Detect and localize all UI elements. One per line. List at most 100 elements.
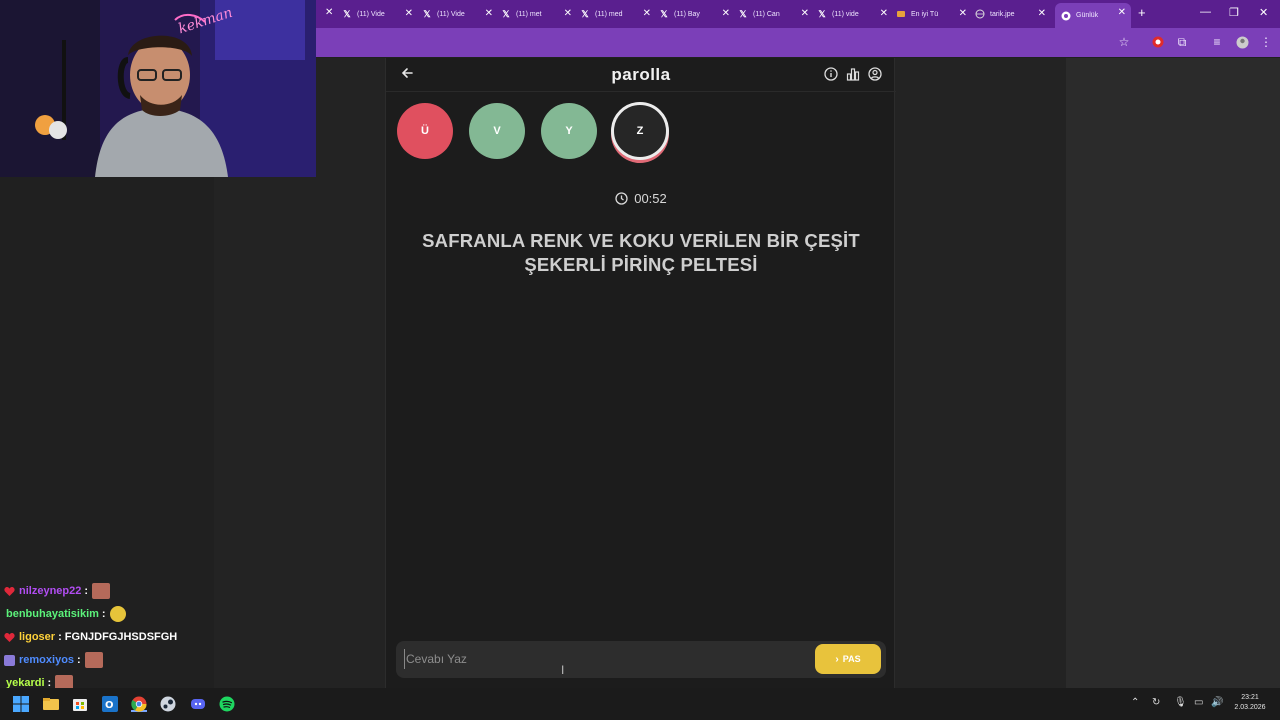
x-logo-icon: 𝕏 [818, 8, 826, 19]
tab-close-icon[interactable]: ✕ [564, 8, 572, 19]
emote-icon [109, 606, 126, 622]
steam-icon[interactable] [160, 696, 176, 712]
store-icon[interactable] [72, 696, 88, 712]
heart-badge-icon [4, 586, 15, 596]
bookmark-star-icon[interactable]: ☆ [1116, 34, 1132, 50]
tab-close-icon[interactable]: ✕ [801, 8, 809, 19]
tab-label: (11) met [516, 10, 542, 18]
chevron-right-icon: › [835, 653, 839, 665]
emote-icon [92, 583, 111, 599]
tab-label: (11) vide [832, 10, 859, 18]
answer-bar: › PAS [396, 641, 886, 678]
minimize-icon[interactable]: — [1200, 6, 1211, 18]
spotify-icon[interactable] [219, 696, 235, 712]
app-header: parolla [386, 58, 896, 92]
browser-tab[interactable]: En iyi Tü ✕ [896, 4, 972, 24]
tab-close-icon[interactable]: ✕ [325, 7, 333, 18]
sync-icon[interactable]: ↻ [1152, 697, 1165, 710]
sub-badge-icon [4, 654, 15, 666]
webcam-illustration: kekman [0, 0, 316, 177]
chrome-taskbar-icon[interactable] [131, 696, 147, 712]
browser-tab[interactable]: 𝕏 (11) Vide ✕ [342, 4, 418, 24]
tab-close-icon[interactable]: ✕ [880, 8, 888, 19]
x-logo-icon: 𝕏 [739, 8, 747, 19]
discord-icon[interactable] [190, 696, 206, 712]
tab-label: Günlük [1076, 12, 1099, 19]
tab-label: (11) Bay [674, 10, 700, 18]
chat-username[interactable]: remoxiyos [19, 654, 74, 666]
letter-label: Ü [421, 125, 429, 137]
extension-icon[interactable] [1150, 34, 1166, 50]
restore-icon[interactable]: ❐ [1229, 6, 1239, 19]
microphone-icon[interactable]: 🎙 [1174, 697, 1187, 710]
x-logo-icon: 𝕏 [502, 8, 510, 19]
chat-message: remoxiyos : [4, 651, 103, 669]
svg-text:O: O [105, 700, 114, 711]
chat-text: : [77, 654, 81, 666]
answer-input[interactable] [404, 649, 804, 669]
tab-close-icon[interactable]: ✕ [485, 8, 493, 19]
new-tab-icon[interactable]: + [1138, 5, 1146, 20]
pass-label: PAS [842, 654, 861, 664]
stats-icon[interactable] [846, 67, 860, 81]
chat-text: : [84, 585, 89, 597]
browser-tab[interactable]: 𝕏 (11) med ✕ [580, 4, 656, 24]
windows-start-icon[interactable] [13, 696, 29, 712]
emote-icon [84, 652, 103, 668]
account-icon[interactable] [868, 67, 882, 81]
window-close-icon[interactable]: ✕ [1259, 6, 1268, 19]
chat-text: : FGNJDFGJHSDSFGH [58, 631, 178, 643]
kebab-menu-icon[interactable]: ⋮ [1258, 34, 1274, 50]
browser-tab[interactable]: 𝕏 (11) vide ✕ [817, 4, 893, 24]
globe-icon [975, 9, 985, 19]
chat-message: benbuhayatisikim : [6, 605, 126, 623]
clock-date: 2.03.2026 [1234, 704, 1266, 711]
taskbar: O ⌃ ↻ 🎙 ▭ 🔊 23:21 2.03.2026 [0, 688, 1280, 720]
browser-tab[interactable]: tarik.jpe ✕ [975, 4, 1051, 24]
chat-username[interactable]: nilzeynep22 [19, 585, 81, 597]
screen: ✕ 𝕏 (11) Vide ✕ 𝕏 (11) Vide ✕ 𝕏 (11) met… [0, 0, 1280, 720]
media-control-icon[interactable]: ≡ [1209, 34, 1225, 50]
browser-tab[interactable]: 𝕏 (11) Vide ✕ [422, 4, 498, 24]
info-icon[interactable] [824, 67, 838, 81]
tab-close-icon[interactable]: ✕ [959, 8, 967, 19]
clock-time: 23:21 [1241, 694, 1259, 701]
chat-message: nilzeynep22 : [4, 582, 111, 600]
chat-username[interactable]: ligoser [19, 631, 55, 643]
webcam-overlay: kekman [0, 0, 316, 177]
tray-overflow-icon[interactable]: ⌃ [1131, 697, 1144, 710]
puzzle-icon[interactable]: ⧉ [1174, 34, 1190, 50]
display-icon[interactable]: ▭ [1194, 697, 1207, 710]
profile-avatar-icon[interactable] [1234, 34, 1250, 50]
heart-badge-icon [4, 632, 15, 642]
letter-circle-correct: Y [541, 103, 597, 159]
tab-close-icon[interactable]: ✕ [1038, 8, 1046, 19]
letter-label: Y [565, 125, 573, 137]
tab-label: (11) Vide [437, 10, 465, 18]
letter-label: V [493, 125, 501, 137]
tab-close-icon[interactable]: ✕ [722, 8, 730, 19]
system-clock[interactable]: 23:21 2.03.2026 [1230, 693, 1270, 713]
game-panel: parolla Ü V Y Z 00:52 SAFRANLA RENK VE K… [385, 58, 896, 688]
pass-button[interactable]: › PAS [815, 644, 881, 674]
text-cursor-icon: I [561, 663, 565, 677]
volume-icon[interactable]: 🔊 [1211, 697, 1224, 710]
tab-close-icon[interactable]: ✕ [405, 8, 413, 19]
chrome-icon [1061, 11, 1071, 21]
chat-text: : [101, 608, 106, 620]
tab-close-icon[interactable]: ✕ [643, 8, 651, 19]
browser-tab[interactable]: 𝕏 (11) Bay ✕ [659, 4, 735, 24]
outlook-icon[interactable]: O [102, 696, 118, 712]
file-explorer-icon[interactable] [43, 696, 59, 712]
app-title: parolla [611, 65, 671, 84]
x-logo-icon: 𝕏 [581, 8, 589, 19]
chat-username[interactable]: benbuhayatisikim [6, 608, 99, 620]
tab-close-icon[interactable]: ✕ [1118, 7, 1126, 18]
chat-message: ligoser : FGNJDFGJHSDSFGH [4, 628, 177, 646]
tab-label: (11) Can [753, 10, 780, 18]
page-icon [896, 9, 906, 19]
clock-icon [615, 192, 628, 205]
browser-tab-active[interactable]: Günlük ✕ [1055, 3, 1131, 28]
browser-tab[interactable]: 𝕏 (11) Can ✕ [738, 4, 814, 24]
browser-tab[interactable]: 𝕏 (11) met ✕ [501, 4, 577, 24]
